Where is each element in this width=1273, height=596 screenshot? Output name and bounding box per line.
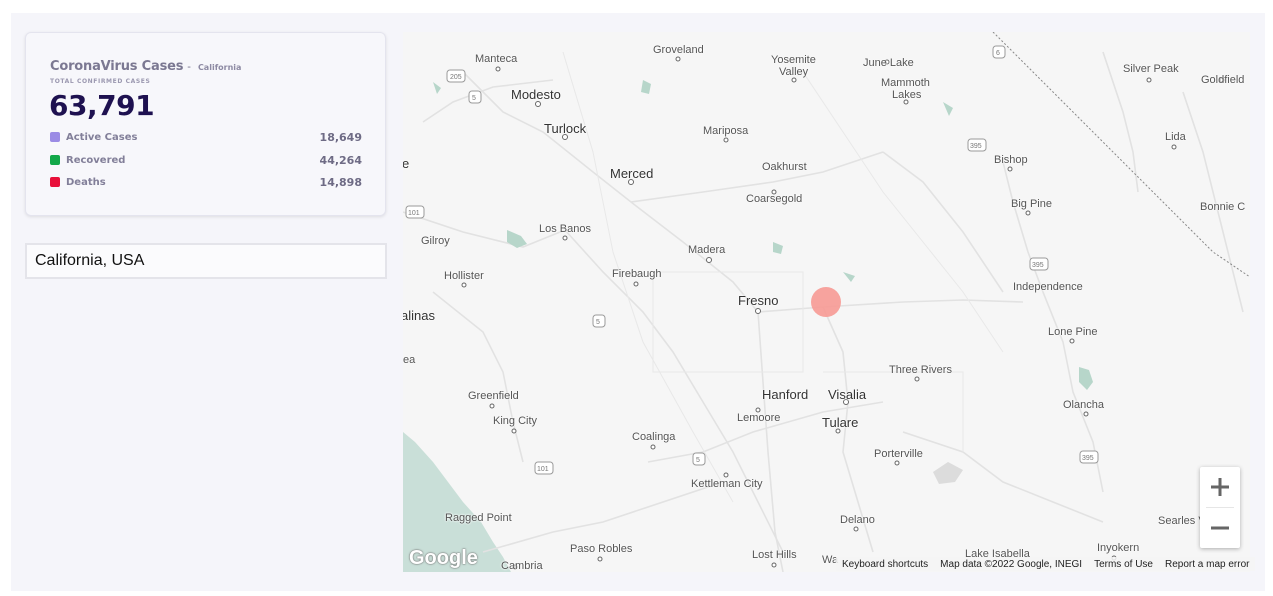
svg-text:395: 395 <box>1032 262 1044 269</box>
place-ea: ea <box>403 354 416 366</box>
place-bishop: Bishop <box>994 154 1028 166</box>
place-cambria: Cambria <box>501 560 543 572</box>
place-merced: Merced <box>610 166 654 181</box>
plus-icon <box>1211 478 1229 496</box>
svg-text:5: 5 <box>596 319 600 326</box>
card-title: CoronaVirus Cases - California <box>50 59 241 74</box>
zoom-in-button[interactable] <box>1200 467 1240 507</box>
svg-text:101: 101 <box>537 466 549 473</box>
place-bonnie: Bonnie C <box>1200 201 1246 213</box>
google-logo[interactable]: Google <box>409 547 478 570</box>
active-cases-label: Active Cases <box>66 131 138 143</box>
place-salinas: alinas <box>403 308 435 323</box>
report-error-link[interactable]: Report a map error <box>1165 559 1249 570</box>
place-searles: Searles V <box>1158 515 1206 527</box>
deaths-swatch <box>50 177 60 187</box>
place-olancha: Olancha <box>1063 399 1104 411</box>
place-silver-peak: Silver Peak <box>1123 63 1179 75</box>
place-porterville: Porterville <box>874 448 923 460</box>
svg-text:395: 395 <box>970 143 982 150</box>
place-tulare: Tulare <box>822 415 859 430</box>
place-inyokern: Inyokern <box>1097 542 1140 554</box>
keyboard-shortcuts-link[interactable]: Keyboard shortcuts <box>842 559 928 570</box>
place-paso-robles: Paso Robles <box>570 543 633 555</box>
place-mammoth: Mammoth <box>881 77 930 89</box>
svg-text:5: 5 <box>696 457 700 464</box>
deaths-label: Deaths <box>66 176 106 188</box>
place-lost-hills: Lost Hills <box>752 549 797 561</box>
place-june-lake: June Lake <box>863 57 914 69</box>
place-goldfield: Goldfield <box>1201 74 1245 86</box>
zoom-out-button[interactable] <box>1200 508 1240 548</box>
active-cases-row: Active Cases 18,649 <box>50 129 362 145</box>
place-coalinga: Coalinga <box>632 431 676 443</box>
place-firebaugh: Firebaugh <box>612 268 662 280</box>
deaths-row: Deaths 14,898 <box>50 174 362 190</box>
active-cases-swatch <box>50 132 60 142</box>
place-visalia: Visalia <box>828 387 867 402</box>
place-los-banos: Los Banos <box>539 223 591 235</box>
place-lida: Lida <box>1165 131 1186 143</box>
stats-card: CoronaVirus Cases - California TOTAL CON… <box>25 32 386 216</box>
svg-text:101: 101 <box>408 210 420 217</box>
total-cases-value: 63,791 <box>49 89 155 122</box>
deaths-value: 14,898 <box>319 175 362 189</box>
case-marker[interactable] <box>811 287 841 317</box>
place-kettleman-city: Kettleman City <box>691 478 763 490</box>
place-turlock: Turlock <box>544 121 587 136</box>
svg-text:5: 5 <box>472 95 476 102</box>
place-mammoth-lakes: Lakes <box>892 89 922 101</box>
map-terrain: 205 5 6 395 101 395 5 5 101 395 <box>403 32 1250 572</box>
recovered-label: Recovered <box>66 154 126 166</box>
card-title-text: CoronaVirus Cases <box>50 59 184 74</box>
active-cases-value: 18,649 <box>319 130 362 144</box>
place-yosemite: Yosemite <box>771 54 816 66</box>
place-lone-pine: Lone Pine <box>1048 326 1098 338</box>
place-mariposa: Mariposa <box>703 125 749 137</box>
title-separator: - <box>187 61 191 73</box>
place-coarsegold: Coarsegold <box>746 193 803 205</box>
place-madera: Madera <box>688 244 726 256</box>
region-label: California <box>197 63 242 72</box>
place-delano: Delano <box>840 514 875 526</box>
place-hanford: Hanford <box>762 387 809 402</box>
minus-icon <box>1211 526 1229 530</box>
place-hollister: Hollister <box>444 270 484 282</box>
map-attribution: Keyboard shortcuts Map data ©2022 Google… <box>836 557 1256 571</box>
place-modesto: Modesto <box>511 87 561 102</box>
place-greenfield: Greenfield <box>468 390 519 402</box>
place-groveland: Groveland <box>653 44 704 56</box>
place-gilroy: Gilroy <box>421 235 450 247</box>
place-yosemite-valley: Valley <box>779 66 809 78</box>
place-ragged-point: Ragged Point <box>445 512 512 524</box>
location-search-input[interactable] <box>25 243 387 279</box>
place-three-rivers: Three Rivers <box>889 364 952 376</box>
place-e: e <box>403 156 410 171</box>
zoom-controls <box>1200 467 1240 548</box>
map-data-text: Map data ©2022 Google, INEGI <box>940 558 1083 570</box>
place-king-city: King City <box>493 415 538 427</box>
place-big-pine: Big Pine <box>1011 198 1052 210</box>
place-independence: Independence <box>1013 281 1083 293</box>
terms-of-use-link[interactable]: Terms of Use <box>1094 559 1153 570</box>
recovered-swatch <box>50 155 60 165</box>
place-oakhurst: Oakhurst <box>762 161 807 173</box>
map-view[interactable]: 205 5 6 395 101 395 5 5 101 395 Manteca … <box>403 32 1250 572</box>
svg-text:395: 395 <box>1082 455 1094 462</box>
recovered-row: Recovered 44,264 <box>50 152 362 168</box>
place-fresno: Fresno <box>738 293 779 308</box>
recovered-value: 44,264 <box>319 153 362 167</box>
svg-text:6: 6 <box>996 50 1000 57</box>
place-lemoore: Lemoore <box>737 412 781 424</box>
card-subtitle: TOTAL CONFIRMED CASES <box>50 78 151 85</box>
svg-text:205: 205 <box>450 74 462 81</box>
place-manteca: Manteca <box>475 53 518 65</box>
